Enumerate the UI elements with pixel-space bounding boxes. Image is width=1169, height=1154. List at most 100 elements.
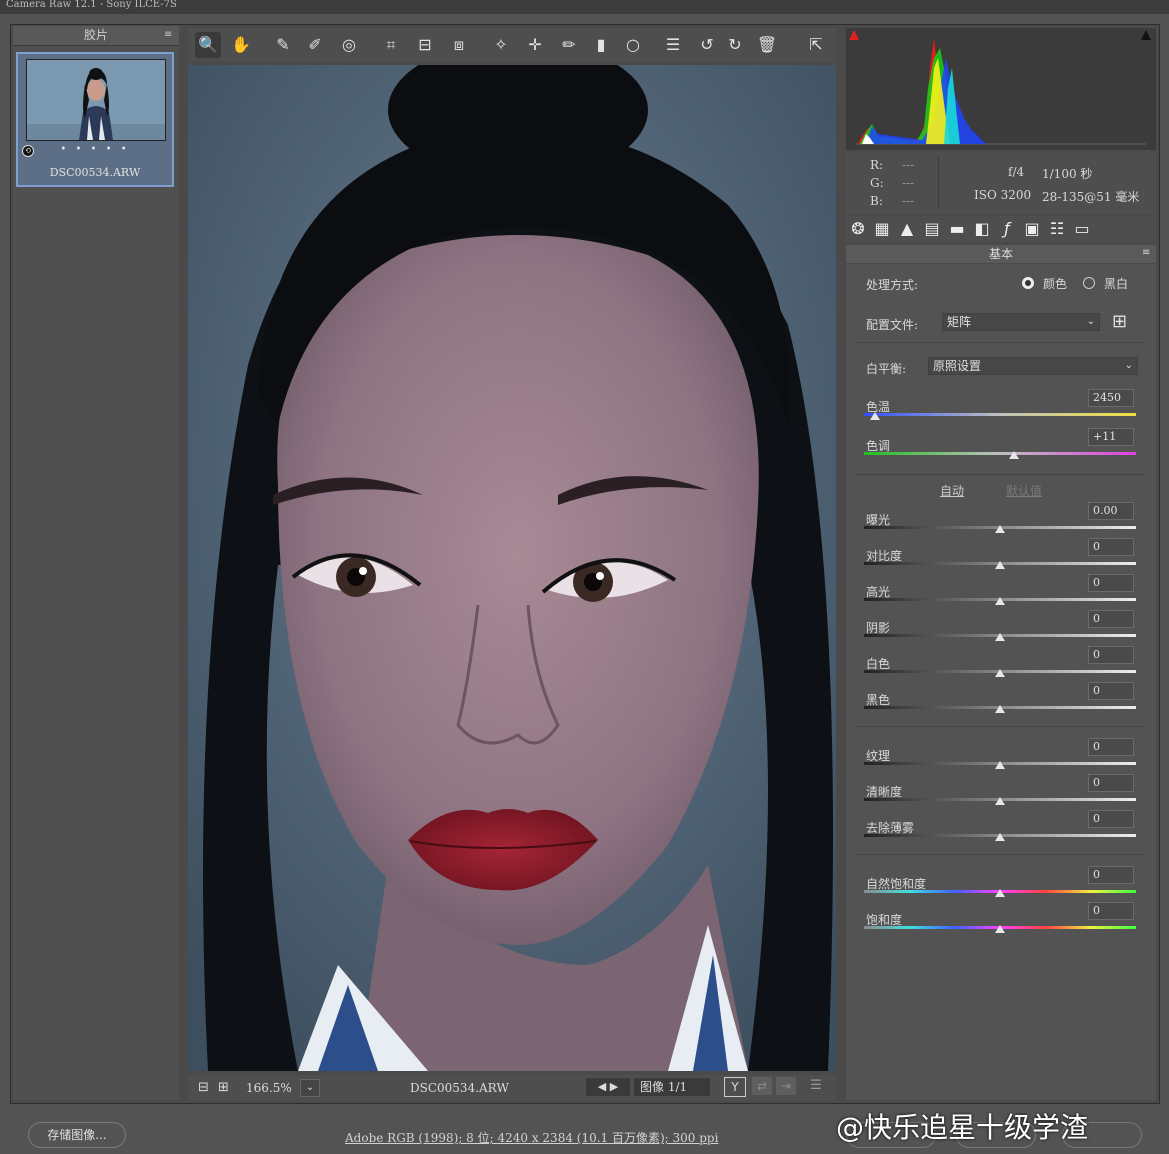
transform-tool-icon[interactable]: ⧈ [446,32,472,58]
slider-value-field[interactable]: 0 [1088,902,1134,920]
slider-thumb[interactable] [869,412,880,420]
crop-tool-icon[interactable]: ⌗ [378,32,404,58]
panel-menu-icon[interactable]: ≡ [1142,248,1154,258]
profile-browser-icon[interactable]: ⊞ [1112,312,1127,332]
auto-button[interactable]: 自动 [940,482,964,499]
treatment-bw-radio[interactable] [1083,277,1095,289]
zoom-dropdown-icon[interactable]: ⌄ [300,1079,320,1097]
copy-settings-icon[interactable]: ⇥ [776,1077,796,1095]
color-sampler-tool-icon[interactable]: ✐ [302,32,328,58]
slider-value-field[interactable]: 0 [1088,810,1134,828]
lens-focal: 28-135@51 毫米 [1042,190,1140,204]
white-balance-dropdown[interactable]: 原照设置 ⌄ [928,357,1138,375]
slider-thumb[interactable] [995,761,1005,769]
slider-value-field[interactable]: 0 [1088,610,1134,628]
tab-snapshots-icon[interactable]: ▭ [1072,219,1092,239]
slider-value-field[interactable]: +11 [1088,428,1134,446]
treatment-bw-label[interactable]: 黑白 [1104,275,1128,292]
default-button[interactable]: 默认值 [1006,482,1042,499]
before-after-icon[interactable]: Y [724,1077,746,1097]
rotate-ccw-tool-icon[interactable]: ↺ [694,32,720,58]
graduated-filter-tool-icon[interactable]: ▮ [588,32,614,58]
white-balance-label: 白平衡: [866,362,907,376]
save-image-button[interactable]: 存储图像... [28,1122,126,1148]
radial-filter-tool-icon[interactable]: ○ [620,32,646,58]
image-counter: 图像 1/1 [634,1078,710,1096]
panel-title: 基本 [846,245,1156,263]
view-settings-icon[interactable]: ☰ [806,1077,826,1095]
tab-lens-corrections-icon[interactable]: ◧ [972,219,992,239]
window-title: Camera Raw 12.1 - Sony ILCE-7S [6,0,177,10]
slider-track[interactable] [864,452,1136,455]
profile-value: 矩阵 [947,315,972,329]
slider-thumb[interactable] [995,525,1005,533]
slider-value-field[interactable]: 0 [1088,774,1134,792]
slider-value-field[interactable]: 2450 [1088,389,1134,407]
slider-thumb[interactable] [1008,451,1019,459]
spot-removal-tool-icon[interactable]: ✧ [488,32,514,58]
filmstrip-title: 胶片 [83,28,108,42]
tab-split-toning-icon[interactable]: ▬ [947,219,967,239]
thumbnail-image[interactable] [26,59,166,141]
filmstrip-panel [13,26,179,1100]
thumbnail-rating[interactable]: • • • • • [60,144,130,155]
tab-effects-icon[interactable]: ƒ [997,219,1017,239]
preferences-tool-icon[interactable]: ☰ [660,32,686,58]
divider [856,342,1146,343]
slider-value-field[interactable]: 0 [1088,682,1134,700]
divider [856,474,1146,475]
slider-thumb[interactable] [995,561,1005,569]
b-label: B: [870,194,883,208]
treatment-color-label[interactable]: 颜色 [1043,275,1067,292]
workflow-options-link[interactable]: Adobe RGB (1998); 8 位; 4240 x 2384 (10.1… [345,1129,718,1146]
slider-thumb[interactable] [995,833,1005,841]
zoom-level[interactable]: 166.5% [246,1081,292,1095]
aperture: f/4 [1008,165,1025,179]
tab-tone-curve-icon[interactable]: ▦ [872,219,892,239]
slider-thumb[interactable] [995,705,1005,713]
swap-settings-icon[interactable]: ⇄ [752,1077,772,1095]
red-eye-tool-icon[interactable]: ✛ [522,32,548,58]
slider-value-field[interactable]: 0 [1088,574,1134,592]
zoom-in-icon[interactable]: ⊞ [218,1080,229,1095]
image-preview[interactable] [188,65,836,1071]
tab-presets-icon[interactable]: ☷ [1047,219,1067,239]
treatment-label: 处理方式: [866,278,919,292]
profile-label: 配置文件: [866,318,919,332]
delete-tool-icon[interactable]: 🗑 [754,32,780,58]
slider-value-field[interactable]: 0 [1088,738,1134,756]
slider-thumb[interactable] [995,669,1005,677]
white-balance-tool-icon[interactable]: ✎ [270,32,296,58]
adjustment-brush-tool-icon[interactable]: ✏ [556,32,582,58]
slider-thumb[interactable] [995,889,1005,897]
targeted-adjustment-tool-icon[interactable]: ◎ [336,32,362,58]
fullscreen-tool-icon[interactable]: ⇱ [803,32,829,58]
slider-thumb[interactable] [995,597,1005,605]
rotate-cw-tool-icon[interactable]: ↻ [722,32,748,58]
tab-calibration-icon[interactable]: ▣ [1022,219,1042,239]
slider-value-field[interactable]: 0 [1088,646,1134,664]
filmstrip-menu-icon[interactable]: ≡ [164,30,175,40]
window-title-bar: Camera Raw 12.1 - Sony ILCE-7S [0,0,1169,14]
info-divider [938,156,939,208]
slider-thumb[interactable] [995,797,1005,805]
hand-tool-icon[interactable]: ✋ [228,32,254,58]
tab-hsl-icon[interactable]: ▤ [922,219,942,239]
g-value: --- [902,176,915,190]
treatment-color-radio[interactable] [1022,277,1034,289]
slider-value-field[interactable]: 0.00 [1088,502,1134,520]
tab-detail-icon[interactable]: ▲ [897,219,917,239]
zoom-out-icon[interactable]: ⊟ [198,1080,209,1095]
chevron-down-icon: ⌄ [1086,316,1095,327]
divider [856,726,1146,727]
straighten-tool-icon[interactable]: ⊟ [412,32,438,58]
slider-value-field[interactable]: 0 [1088,866,1134,884]
profile-dropdown[interactable]: 矩阵 ⌄ [942,313,1100,331]
slider-thumb[interactable] [995,633,1005,641]
slider-thumb[interactable] [995,925,1005,933]
zoom-tool-icon[interactable]: 🔍 [195,32,221,58]
slider-track[interactable] [864,413,1136,416]
slider-value-field[interactable]: 0 [1088,538,1134,556]
prev-next-image-icon[interactable]: ◀ ▶ [586,1078,630,1096]
tab-basic-icon[interactable]: ❂ [848,219,868,239]
